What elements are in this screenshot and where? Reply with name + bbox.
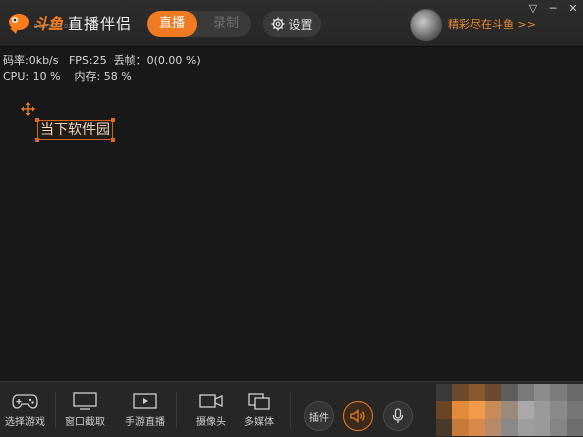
- mode-switch: 直播 录制: [147, 11, 251, 37]
- minimize-icon[interactable]: ─: [543, 0, 563, 16]
- stats-line-cpu: CPU: 10 % 内存: 58 %: [3, 70, 132, 83]
- resize-handle[interactable]: [111, 138, 115, 142]
- divider: [290, 392, 291, 428]
- stream-stats: 码率:0kb/s FPS:25 丢帧：0(0.00 %) CPU: 10 % 内…: [3, 53, 201, 85]
- app-title: 直播伴侣: [68, 15, 133, 33]
- settings-button[interactable]: 设置: [263, 11, 321, 37]
- camera-label: 摄像头: [196, 416, 226, 428]
- text-source-box[interactable]: 当下软件园: [35, 118, 115, 142]
- window-capture-button[interactable]: 窗口截取: [60, 382, 110, 437]
- plugins-button[interactable]: 插件: [304, 401, 334, 431]
- window-capture-label: 窗口截取: [65, 416, 105, 428]
- move-icon[interactable]: [21, 102, 35, 116]
- window-controls: ▽ ─ ✕: [523, 0, 583, 16]
- resize-handle[interactable]: [35, 138, 39, 142]
- tab-live[interactable]: 直播: [147, 11, 197, 37]
- promo-link[interactable]: 精彩尽在斗鱼 >>: [448, 16, 536, 32]
- camera-button[interactable]: 摄像头: [188, 382, 234, 437]
- logo-text: 斗鱼: [33, 14, 64, 33]
- stats-line-bitrate: 码率:0kb/s FPS:25 丢帧：0(0.00 %): [3, 54, 201, 67]
- mobile-live-button[interactable]: 手游直播: [120, 382, 170, 437]
- multimedia-label: 多媒体: [244, 416, 274, 428]
- gear-icon: [271, 17, 285, 31]
- resize-handle[interactable]: [111, 118, 115, 122]
- multimedia-button[interactable]: 多媒体: [236, 382, 282, 437]
- divider: [55, 392, 56, 428]
- pixelated-region: [436, 384, 583, 436]
- divider: [176, 392, 177, 428]
- tab-record[interactable]: 录制: [201, 11, 251, 37]
- dropdown-icon[interactable]: ▽: [523, 0, 543, 16]
- camera-icon: [199, 393, 223, 408]
- select-game-button[interactable]: 选择游戏: [2, 382, 48, 437]
- speaker-button[interactable]: [343, 401, 373, 431]
- avatar[interactable]: [410, 9, 442, 41]
- close-icon[interactable]: ✕: [563, 0, 583, 16]
- monitor-icon: [73, 391, 97, 410]
- settings-label: 设置: [288, 17, 313, 32]
- play-screen-icon: [133, 392, 157, 409]
- resize-handle[interactable]: [35, 118, 39, 122]
- douyu-logo: 斗鱼: [6, 8, 63, 38]
- speaker-icon: [350, 409, 365, 423]
- fish-logo-icon: [9, 14, 29, 34]
- select-game-label: 选择游戏: [5, 416, 45, 428]
- plugins-label: 插件: [309, 412, 329, 424]
- mobile-live-label: 手游直播: [125, 416, 165, 428]
- microphone-button[interactable]: [383, 401, 413, 431]
- media-icon: [248, 392, 270, 410]
- text-source-label: 当下软件园: [40, 122, 110, 138]
- title-bar: 斗鱼 DOUYU.COM 直播伴侣 直播 录制 设置 精彩尽在斗鱼 >> ▽ ─…: [0, 0, 583, 47]
- microphone-icon: [392, 408, 404, 423]
- gamepad-icon: [12, 393, 38, 409]
